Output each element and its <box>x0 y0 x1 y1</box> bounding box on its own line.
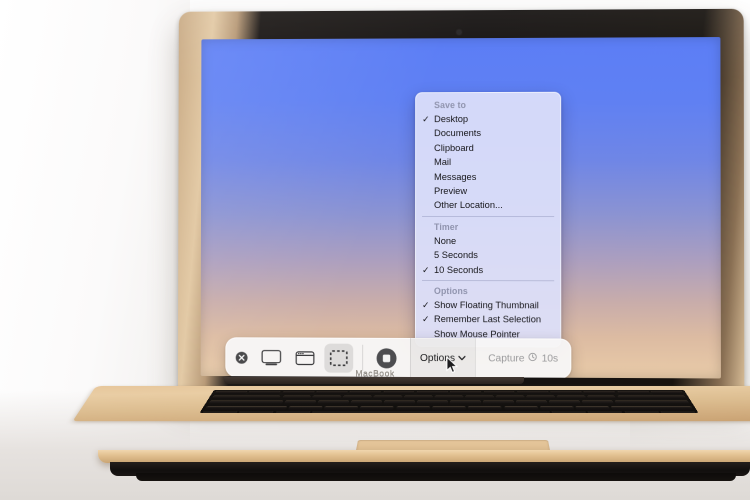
capture-selected-window-icon <box>295 349 316 366</box>
menu-item-label: None <box>434 235 457 246</box>
facetime-camera-icon <box>457 30 462 35</box>
menu-item-label: Clipboard <box>434 142 474 153</box>
base-shadow-edge-lower <box>136 473 736 481</box>
toolbar-divider <box>362 344 364 371</box>
menu-item-timer-10-seconds[interactable]: ✓ 10 Seconds <box>416 262 560 277</box>
macbook-wordmark: MacBook <box>355 368 395 378</box>
menu-item-other-location[interactable]: Other Location... <box>416 198 560 212</box>
menu-item-preview[interactable]: Preview <box>416 184 560 198</box>
section-header-options: Options <box>433 285 468 296</box>
screenshot-stage: Save to ✓ Desktop Documents Clipboard Ma… <box>0 0 750 500</box>
menu-item-documents[interactable]: Documents <box>416 126 560 141</box>
timer-icon <box>529 352 538 364</box>
keyboard-row <box>200 411 699 413</box>
menu-separator <box>422 279 555 282</box>
chevron-down-icon <box>457 353 466 364</box>
menu-item-label: Documents <box>434 128 482 139</box>
menu-item-label: Remember Last Selection <box>433 314 542 325</box>
menu-item-clipboard[interactable]: Clipboard <box>416 141 560 156</box>
capture-entire-screen-icon <box>261 349 282 365</box>
menu-item-label: Mail <box>434 157 452 168</box>
checkmark-icon: ✓ <box>421 314 430 325</box>
section-header-save-to: Save to <box>434 100 467 111</box>
menu-item-label: 10 Seconds <box>433 264 484 275</box>
capture-selected-portion-icon <box>330 350 349 367</box>
capture-timer-value: 10s <box>541 353 559 365</box>
menu-item-show-floating-thumbnail[interactable]: ✓ Show Floating Thumbnail <box>416 298 560 313</box>
menu-item-label: Preview <box>434 185 468 196</box>
menu-item-messages[interactable]: Messages <box>416 169 560 183</box>
checkmark-icon: ✓ <box>422 264 430 275</box>
menu-item-mail[interactable]: Mail <box>416 155 560 170</box>
menu-item-label: 5 Seconds <box>434 250 478 261</box>
screenshot-options-popover[interactable]: Save to ✓ Desktop Documents Clipboard Ma… <box>414 91 562 348</box>
menu-item-remember-last-selection[interactable]: ✓ Remember Last Selection <box>416 312 560 327</box>
close-button[interactable] <box>226 351 256 364</box>
menu-item-timer-none[interactable]: None <box>416 234 560 249</box>
macbook-lid: Save to ✓ Desktop Documents Clipboard Ma… <box>177 8 745 397</box>
menu-item-timer-5-seconds[interactable]: 5 Seconds <box>416 248 560 263</box>
menu-item-label: Show Floating Thumbnail <box>433 299 539 311</box>
capture-button-label: Capture <box>488 352 525 364</box>
macbook-screen: Save to ✓ Desktop Documents Clipboard Ma… <box>200 37 721 379</box>
close-icon <box>235 351 248 364</box>
keyboard[interactable] <box>199 390 699 413</box>
macbook-base <box>72 378 750 481</box>
checkmark-icon: ✓ <box>421 299 430 310</box>
section-header-timer: Timer <box>434 221 459 232</box>
menu-item-label: Messages <box>434 171 477 182</box>
menu-item-desktop[interactable]: ✓ Desktop <box>416 112 560 127</box>
record-selected-portion-icon <box>376 348 397 369</box>
menu-separator <box>422 215 555 217</box>
checkmark-icon: ✓ <box>422 114 430 125</box>
menu-item-label: Other Location... <box>434 200 503 211</box>
menu-item-label: Desktop <box>434 114 469 125</box>
